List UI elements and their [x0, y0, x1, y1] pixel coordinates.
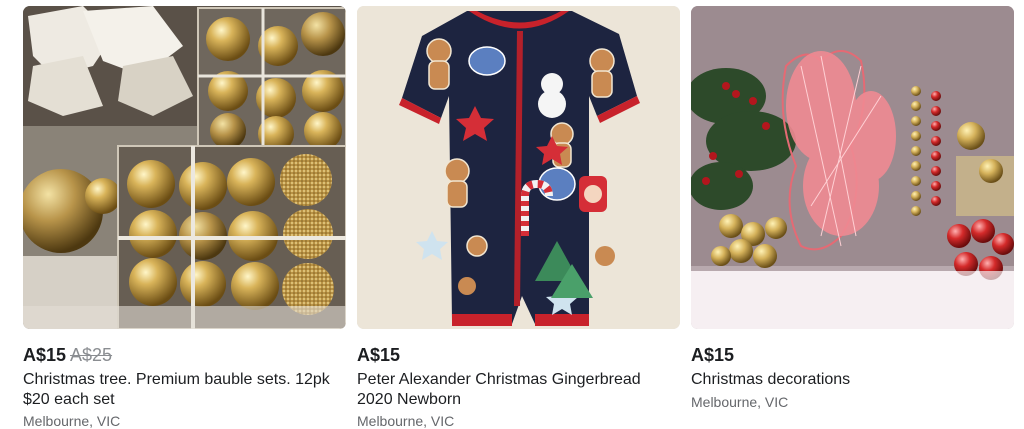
- listing-photo-christmas-decorations[interactable]: [691, 6, 1014, 329]
- christmas-decorations-photo: [691, 6, 1014, 329]
- listing-photo-gold-baubles[interactable]: [23, 6, 346, 329]
- listing-title[interactable]: Peter Alexander Christmas Gingerbread 20…: [357, 370, 680, 410]
- marketplace-listing-grid: A$15 A$25 Christmas tree. Premium bauble …: [0, 0, 1024, 429]
- listing-card-bauble-sets[interactable]: A$15 A$25 Christmas tree. Premium bauble …: [23, 6, 346, 429]
- listing-title[interactable]: Christmas tree. Premium bauble sets. 12p…: [23, 370, 346, 410]
- listing-card-christmas-decorations[interactable]: A$15 Christmas decorations Melbourne, VI…: [691, 6, 1014, 427]
- price-row: A$15: [357, 345, 400, 369]
- listing-price: A$15: [357, 345, 401, 365]
- original-price: A$25: [70, 345, 113, 365]
- listing-price: A$15: [23, 345, 67, 365]
- price-row: A$15 A$25: [23, 345, 112, 369]
- listing-title[interactable]: Christmas decorations: [691, 370, 1014, 390]
- gold-baubles-photo: [23, 6, 346, 329]
- listing-location: Melbourne, VIC: [691, 394, 789, 410]
- listing-price: A$15: [691, 345, 735, 365]
- price-row: A$15: [691, 345, 734, 369]
- listing-photo-gingerbread-romper[interactable]: [357, 6, 680, 329]
- gingerbread-romper-photo: [357, 6, 680, 329]
- listing-card-gingerbread-romper[interactable]: A$15 Peter Alexander Christmas Gingerbre…: [357, 6, 680, 429]
